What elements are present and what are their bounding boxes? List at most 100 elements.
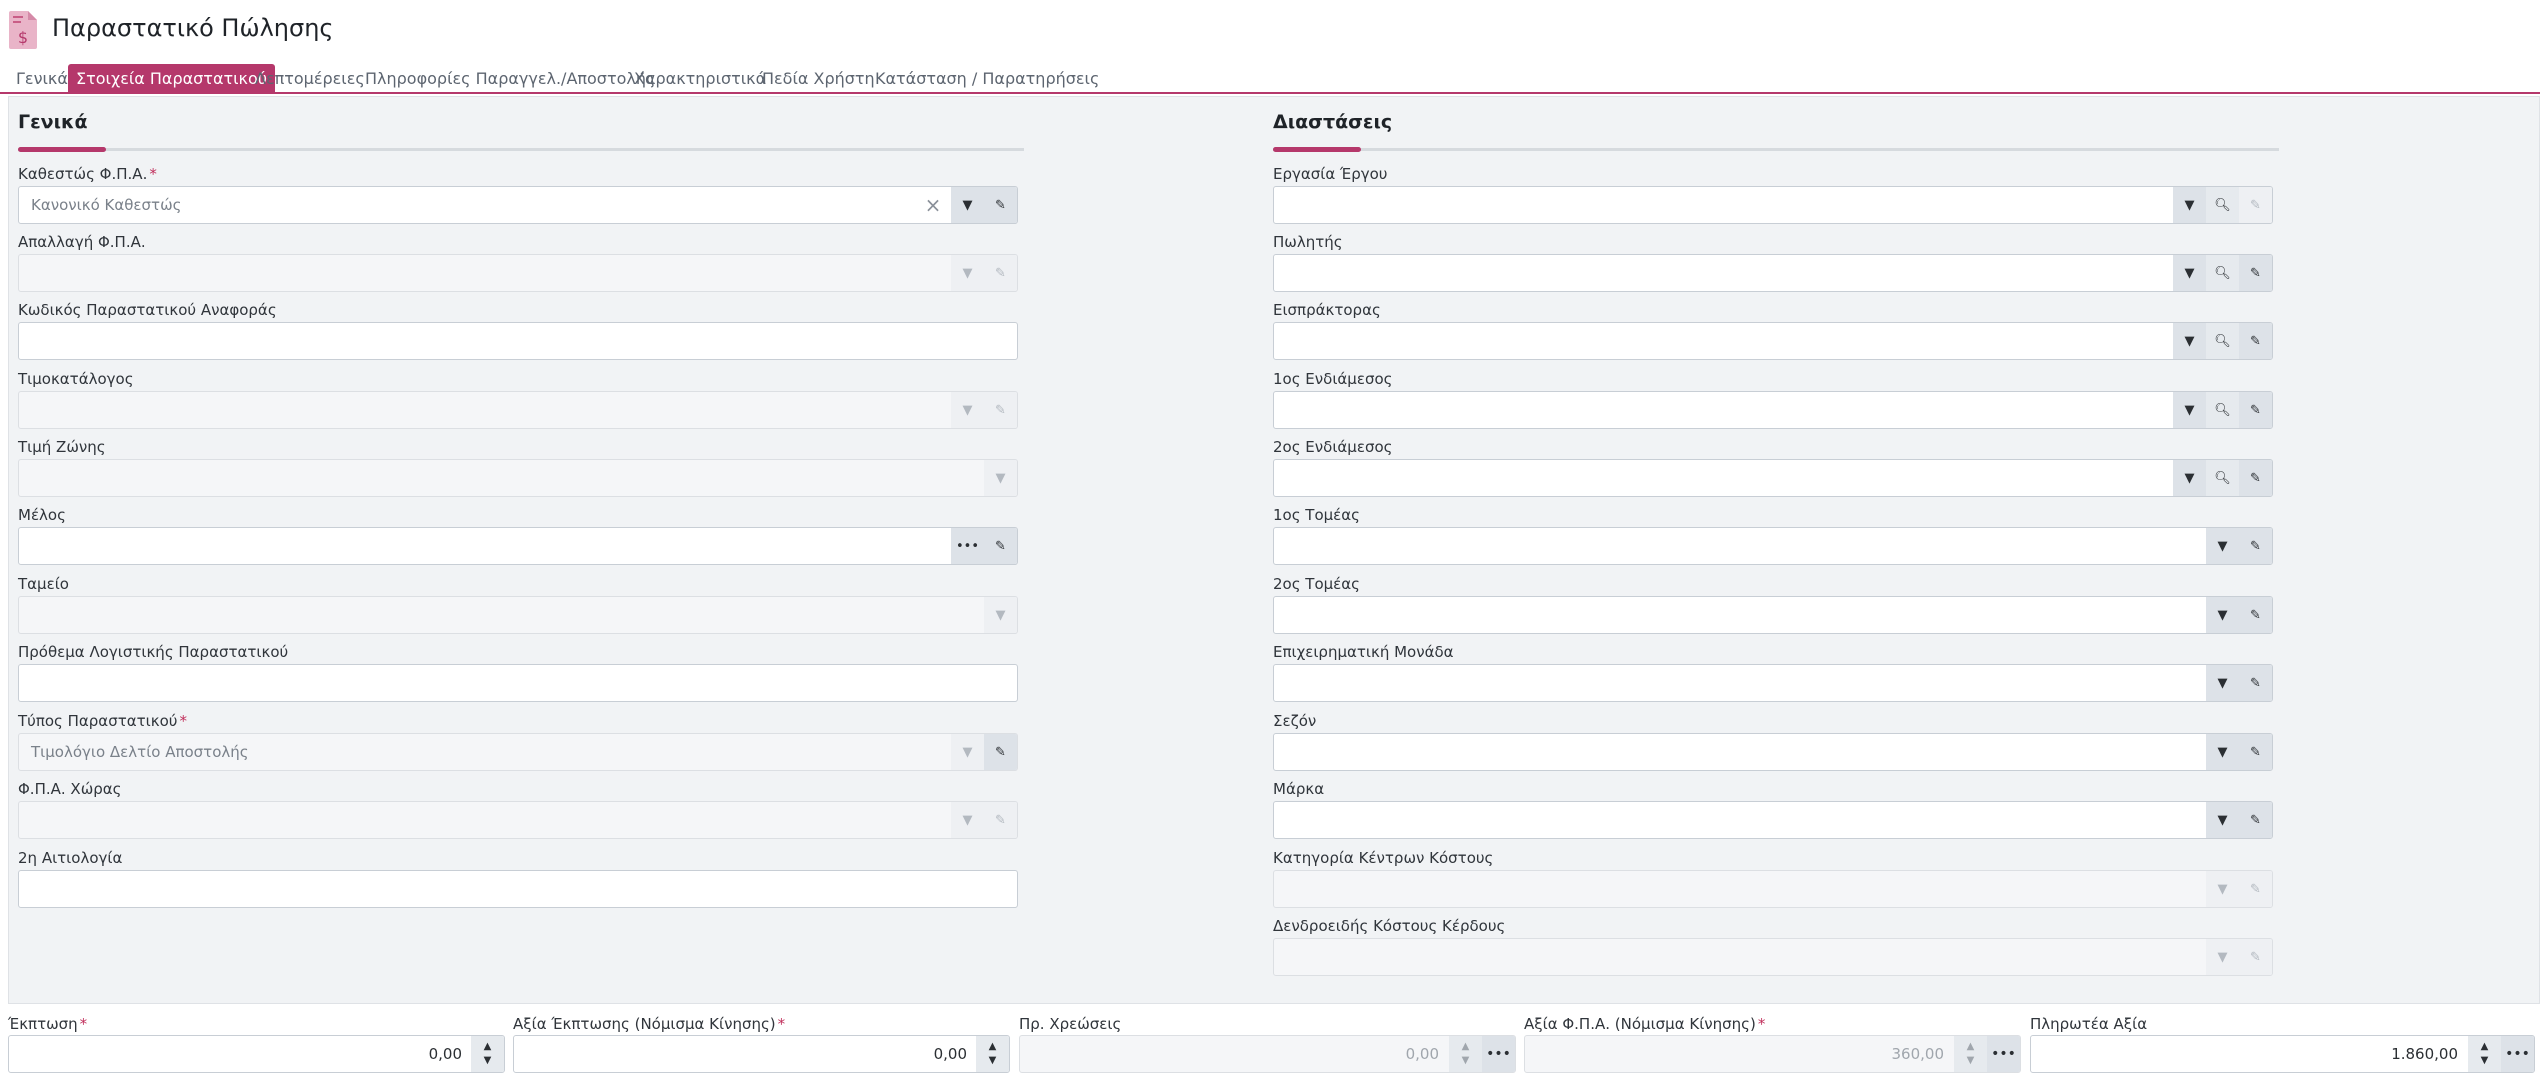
discount-amount-input[interactable]: 0,00 ▲ ▼ (513, 1035, 1010, 1073)
pencil-icon[interactable]: ✎ (2239, 392, 2272, 428)
intermediary-2-select[interactable]: ▼ 🔍︎ ✎ (1273, 459, 2273, 497)
field-label: Κατηγορία Κέντρων Κόστους (1273, 849, 1494, 867)
salesperson-select[interactable]: ▼ 🔍︎ ✎ (1273, 254, 2273, 292)
tab-details[interactable]: Λεπτομέρειες (255, 64, 365, 94)
tab-bar: Γενικά Στοιχεία Παραστατικού Λεπτομέρειε… (0, 62, 2540, 94)
stepper[interactable]: ▲ ▼ (471, 1036, 504, 1072)
discount-input[interactable]: 0,00 ▲ ▼ (8, 1035, 505, 1073)
intermediary-1-select[interactable]: ▼ 🔍︎ ✎ (1273, 391, 2273, 429)
caret-down-icon[interactable]: ▼ (2481, 1054, 2489, 1068)
chevron-down-icon[interactable]: ▼ (2206, 597, 2239, 633)
chevron-down-icon[interactable]: ▼ (2173, 392, 2206, 428)
pencil-icon[interactable]: ✎ (2239, 255, 2272, 291)
tab-general[interactable]: Γενικά (16, 64, 68, 94)
reference-document-code-input[interactable] (18, 322, 1018, 360)
price-list-select: ▼ ✎ (18, 391, 1018, 429)
pencil-icon[interactable]: ✎ (2239, 597, 2272, 633)
project-task-select[interactable]: ▼ 🔍︎ ✎ (1273, 186, 2273, 224)
ellipsis-icon[interactable]: ••• (1482, 1036, 1515, 1072)
tab-status-notes[interactable]: Κατάσταση / Παρατηρήσεις (875, 64, 1099, 94)
document-type-select[interactable]: Τιμολόγιο Δελτίο Αποστολής ▼ ✎ (18, 733, 1018, 771)
pencil-icon: ✎ (2239, 187, 2272, 223)
cash-register-select: ▼ (18, 596, 1018, 634)
chevron-down-icon[interactable]: ▼ (2206, 528, 2239, 564)
pencil-icon[interactable]: ✎ (2239, 802, 2272, 838)
section-divider (18, 147, 1024, 152)
sector-2-select[interactable]: ▼ ✎ (1273, 596, 2273, 634)
pencil-icon[interactable]: ✎ (2239, 323, 2272, 359)
pencil-icon[interactable]: ✎ (984, 734, 1017, 770)
tab-characteristics[interactable]: Χαρακτηριστικά (634, 64, 766, 94)
country-vat-select: ▼ ✎ (18, 801, 1018, 839)
stepper[interactable]: ▲ ▼ (2468, 1036, 2501, 1072)
chevron-down-icon[interactable]: ▼ (2173, 187, 2206, 223)
chevron-down-icon[interactable]: ▼ (2173, 323, 2206, 359)
ellipsis-icon[interactable]: ••• (951, 528, 984, 564)
chevron-down-icon[interactable]: ▼ (2173, 460, 2206, 496)
tab-user-fields[interactable]: Πεδία Χρήστη (762, 64, 875, 94)
stepper: ▲ ▼ (1449, 1036, 1482, 1072)
vat-status-select[interactable]: Κανονικό Καθεστώς × ▼ ✎ (18, 186, 1018, 224)
close-icon[interactable]: × (921, 187, 945, 223)
section-title-dimensions: Διαστάσεις (1273, 111, 1393, 133)
caret-up-icon: ▲ (1966, 1041, 1975, 1052)
chevron-down-icon: ▼ (2206, 939, 2239, 975)
collector-select[interactable]: ▼ 🔍︎ ✎ (1273, 322, 2273, 360)
total-label: Αξία Φ.Π.Α. (Νόμισμα Κίνησης) * (1524, 1015, 1766, 1033)
tab-document-details[interactable]: Στοιχεία Παραστατικού (68, 64, 276, 94)
chevron-down-icon[interactable]: ▼ (2206, 665, 2239, 701)
vat-amount-input: 360,00 ▲ ▼ ••• (1524, 1035, 2021, 1073)
tab-order-shipping-info[interactable]: Πληροφορίες Παραγγελ./Αποστολής (365, 64, 655, 94)
payable-amount-input[interactable]: 1.860,00 ▲ ▼ ••• (2030, 1035, 2535, 1073)
chevron-down-icon: ▼ (984, 460, 1017, 496)
caret-down-icon[interactable]: ▼ (484, 1054, 492, 1068)
field-label: 2ος Ενδιάμεσος (1273, 438, 1393, 456)
field-label: Καθεστώς Φ.Π.Α. * (18, 165, 157, 183)
chevron-down-icon[interactable]: ▼ (2173, 255, 2206, 291)
member-input[interactable]: ••• ✎ (18, 527, 1018, 565)
pencil-icon: ✎ (984, 802, 1017, 838)
ellipsis-icon[interactable]: ••• (2501, 1036, 2534, 1072)
pencil-icon[interactable]: ✎ (2239, 734, 2272, 770)
chevron-down-icon[interactable]: ▼ (2206, 734, 2239, 770)
magnifier-icon[interactable]: 🔍︎ (2206, 392, 2239, 428)
caret-up-icon: ▲ (1461, 1041, 1470, 1052)
magnifier-icon[interactable]: 🔍︎ (2206, 323, 2239, 359)
caret-up-icon[interactable]: ▲ (2481, 1040, 2489, 1054)
stepper[interactable]: ▲ ▼ (976, 1036, 1009, 1072)
business-unit-select[interactable]: ▼ ✎ (1273, 664, 2273, 702)
season-select[interactable]: ▼ ✎ (1273, 733, 2273, 771)
ellipsis-icon[interactable]: ••• (1987, 1036, 2020, 1072)
sector-1-select[interactable]: ▼ ✎ (1273, 527, 2273, 565)
other-charges-value: 0,00 (1405, 1045, 1439, 1063)
page-title: Παραστατικό Πώλησης (52, 14, 334, 42)
discount-value: 0,00 (428, 1045, 462, 1063)
field-label: Φ.Π.Α. Χώρας (18, 780, 122, 798)
pencil-icon[interactable]: ✎ (2239, 460, 2272, 496)
pencil-icon[interactable]: ✎ (2239, 528, 2272, 564)
chevron-down-icon[interactable]: ▼ (951, 187, 984, 223)
caret-up-icon[interactable]: ▲ (989, 1040, 997, 1054)
caret-down-icon[interactable]: ▼ (989, 1054, 997, 1068)
field-label: Απαλλαγή Φ.Π.Α. (18, 233, 146, 251)
section-title-general: Γενικά (18, 111, 88, 133)
svg-text:$: $ (18, 28, 28, 47)
caret-up-icon[interactable]: ▲ (484, 1040, 492, 1054)
accounting-prefix-input[interactable] (18, 664, 1018, 702)
magnifier-icon[interactable]: 🔍︎ (2206, 460, 2239, 496)
brand-select[interactable]: ▼ ✎ (1273, 801, 2273, 839)
pencil-icon[interactable]: ✎ (984, 187, 1017, 223)
chevron-down-icon[interactable]: ▼ (2206, 802, 2239, 838)
caret-down-icon: ▼ (1461, 1055, 1470, 1066)
second-reason-input[interactable] (18, 870, 1018, 908)
pencil-icon: ✎ (2239, 871, 2272, 907)
pencil-icon[interactable]: ✎ (984, 528, 1017, 564)
total-label: Έκπτωση * (8, 1015, 88, 1033)
magnifier-icon[interactable]: 🔍︎ (2206, 255, 2239, 291)
magnifier-icon[interactable]: 🔍︎ (2206, 187, 2239, 223)
pencil-icon[interactable]: ✎ (2239, 665, 2272, 701)
chevron-down-icon: ▼ (951, 802, 984, 838)
field-label: Πρόθεμα Λογιστικής Παραστατικού (18, 643, 289, 661)
pencil-icon: ✎ (984, 392, 1017, 428)
document-type-value: Τιμολόγιο Δελτίο Αποστολής (31, 743, 249, 761)
